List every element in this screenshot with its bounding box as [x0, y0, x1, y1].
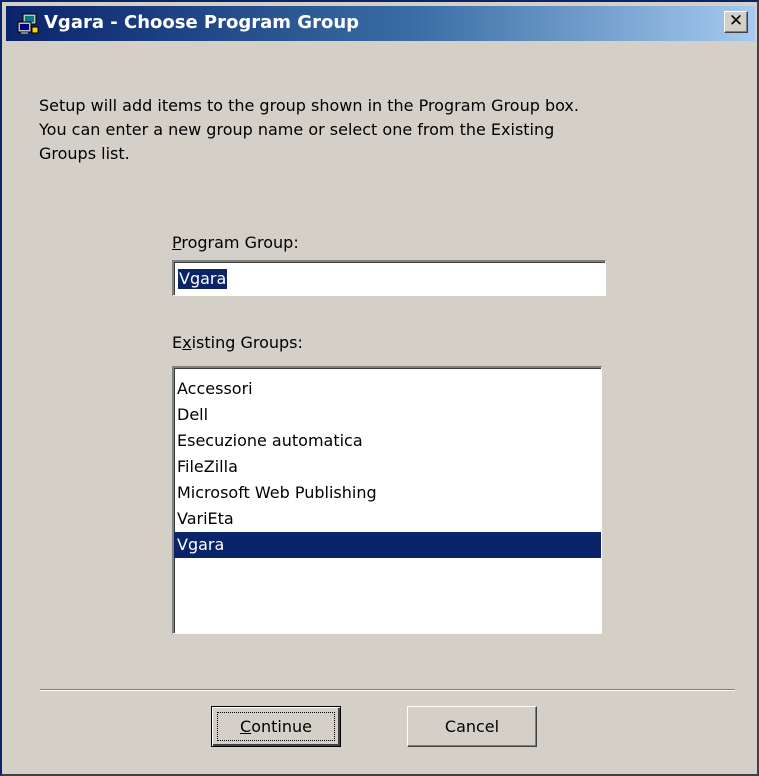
cancel-button[interactable]: Cancel: [407, 706, 537, 747]
program-group-label-accel: P: [172, 233, 182, 252]
separator-line: [40, 689, 735, 691]
continue-accel: C: [240, 717, 252, 736]
close-icon[interactable]: ✕: [729, 11, 743, 31]
continue-button-label: Continue: [240, 717, 312, 736]
list-item-accessori[interactable]: Accessori: [174, 376, 601, 402]
existing-groups-label: Existing Groups:: [172, 333, 303, 353]
program-group-value[interactable]: Vgara: [178, 269, 228, 289]
existing-groups-label-accel: x: [182, 333, 192, 352]
setup-computer-icon: [17, 13, 39, 34]
cancel-button-label: Cancel: [444, 717, 500, 736]
title-bar[interactable]: Vgara - Choose Program Group ✕: [6, 6, 755, 41]
program-group-label: Program Group:: [172, 233, 299, 253]
existing-groups-label-pre: E: [172, 333, 183, 352]
intro-text: Setup will add items to the group shown …: [39, 96, 579, 163]
window-title: Vgara - Choose Program Group: [44, 12, 360, 33]
list-item-vgara[interactable]: Vgara: [174, 532, 601, 558]
existing-groups-label-text: isting Groups:: [191, 333, 303, 352]
close-button[interactable]: ✕: [724, 11, 748, 33]
program-group-label-text: rogram Group:: [181, 233, 299, 252]
continue-text: ontinue: [251, 717, 312, 736]
continue-button[interactable]: Continue: [211, 706, 341, 747]
list-item-microsoft-web-publishing[interactable]: Microsoft Web Publishing: [174, 480, 601, 506]
list-item-filezilla[interactable]: FileZilla: [174, 454, 601, 480]
list-item-esecuzione-automatica[interactable]: Esecuzione automatica: [174, 428, 601, 454]
dialog-window: Vgara - Choose Program Group ✕ Setup wil…: [0, 0, 759, 776]
existing-groups-list[interactable]: Accessori Dell Esecuzione automatica Fil…: [172, 366, 602, 634]
program-group-input[interactable]: Vgara: [172, 260, 606, 296]
list-item-dell[interactable]: Dell: [174, 402, 601, 428]
list-item-varieta[interactable]: VariEta: [174, 506, 601, 532]
